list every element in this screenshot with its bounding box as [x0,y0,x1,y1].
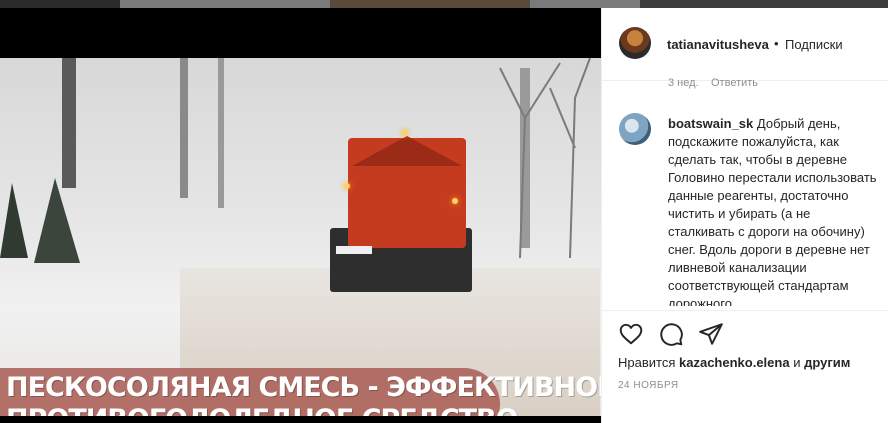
caption-banner: ПЕСКОСОЛЯНАЯ СМЕСЬ - ЭФФЕКТИВНОЕ ПРОТИВО… [0,368,601,416]
likes-prefix: Нравится [618,355,676,370]
commenter-username[interactable]: boatswain_sk [668,116,753,131]
following-button[interactable]: Подписки [785,37,843,52]
post-date[interactable]: 24 НОЯБРЯ [618,380,679,391]
feed-strip [0,0,888,8]
bare-trees [499,58,591,258]
likes-summary: Нравится kazachenko.elena и другим [618,355,850,370]
commenter-avatar[interactable] [619,113,651,145]
post-sidebar: tatianavitusheva • Подписки 3 нед. Ответ… [601,8,888,423]
likes-others[interactable]: другим [804,355,850,370]
separator-dot: • [774,36,779,51]
caption-line-2: ПРОТИВОГОЛОЛЕДНОЕ СРЕДСТВО [6,404,519,416]
post-media[interactable]: ПЕСКОСОЛЯНАЯ СМЕСЬ - ЭФФЕКТИВНОЕ ПРОТИВО… [0,8,601,423]
caption-line-1: ПЕСКОСОЛЯНАЯ СМЕСЬ - ЭФФЕКТИВНОЕ [6,372,601,403]
likes-and: и [793,355,801,370]
comment-body: boatswain_sk Добрый день, подскажите пож… [668,115,878,306]
paper-plane-icon[interactable] [698,321,724,347]
divider [602,310,888,311]
comment-bubble-icon[interactable] [658,321,684,347]
author-username[interactable]: tatianavitusheva [667,37,769,52]
reply-link[interactable]: Ответить [711,77,758,89]
heart-icon[interactable] [618,321,644,347]
post-photo: ПЕСКОСОЛЯНАЯ СМЕСЬ - ЭФФЕКТИВНОЕ ПРОТИВО… [0,58,601,416]
license-plate [336,246,372,254]
comment-item: boatswain_sk Добрый день, подскажите пож… [602,106,888,306]
liker-username[interactable]: kazachenko.elena [679,355,790,370]
comment-text: Добрый день, подскажите пожалуйста, как … [668,116,877,306]
author-avatar[interactable] [619,27,651,59]
comment-age: 3 нед. [668,77,699,89]
post-header: tatianavitusheva • Подписки [602,8,888,81]
tree [0,178,80,263]
